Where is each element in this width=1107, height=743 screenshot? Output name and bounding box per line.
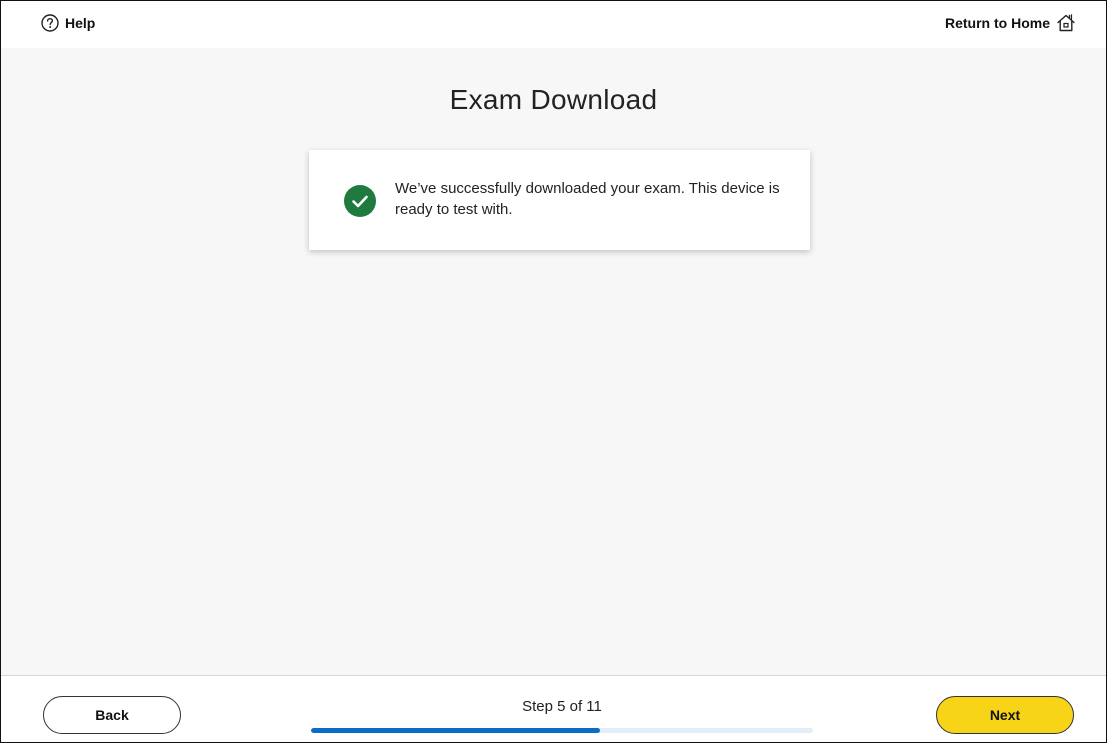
- help-circle-icon: [41, 14, 59, 32]
- home-icon: [1056, 13, 1076, 33]
- main-content: Exam Download We’ve successfully downloa…: [1, 48, 1106, 675]
- return-to-home-link[interactable]: Return to Home: [945, 13, 1076, 33]
- page-title: Exam Download: [449, 84, 658, 115]
- success-message-card: We’ve successfully downloaded your exam.…: [309, 150, 810, 250]
- top-bar: Help Return to Home: [1, 1, 1106, 48]
- progress-bar: [311, 728, 813, 733]
- next-button[interactable]: Next: [936, 696, 1074, 734]
- progress-fill: [311, 728, 600, 733]
- back-button[interactable]: Back: [43, 696, 181, 734]
- footer-bar: Back Step 5 of 11 Next: [1, 675, 1106, 742]
- app-frame: Help Return to Home Exam Download We’ve …: [0, 0, 1107, 743]
- help-link[interactable]: Help: [41, 14, 95, 32]
- return-to-home-label: Return to Home: [945, 15, 1050, 31]
- step-indicator: Step 5 of 11: [522, 698, 602, 715]
- success-message-text: We’ve successfully downloaded your exam.…: [395, 180, 780, 218]
- check-circle-icon: [344, 185, 376, 217]
- help-label: Help: [65, 15, 96, 31]
